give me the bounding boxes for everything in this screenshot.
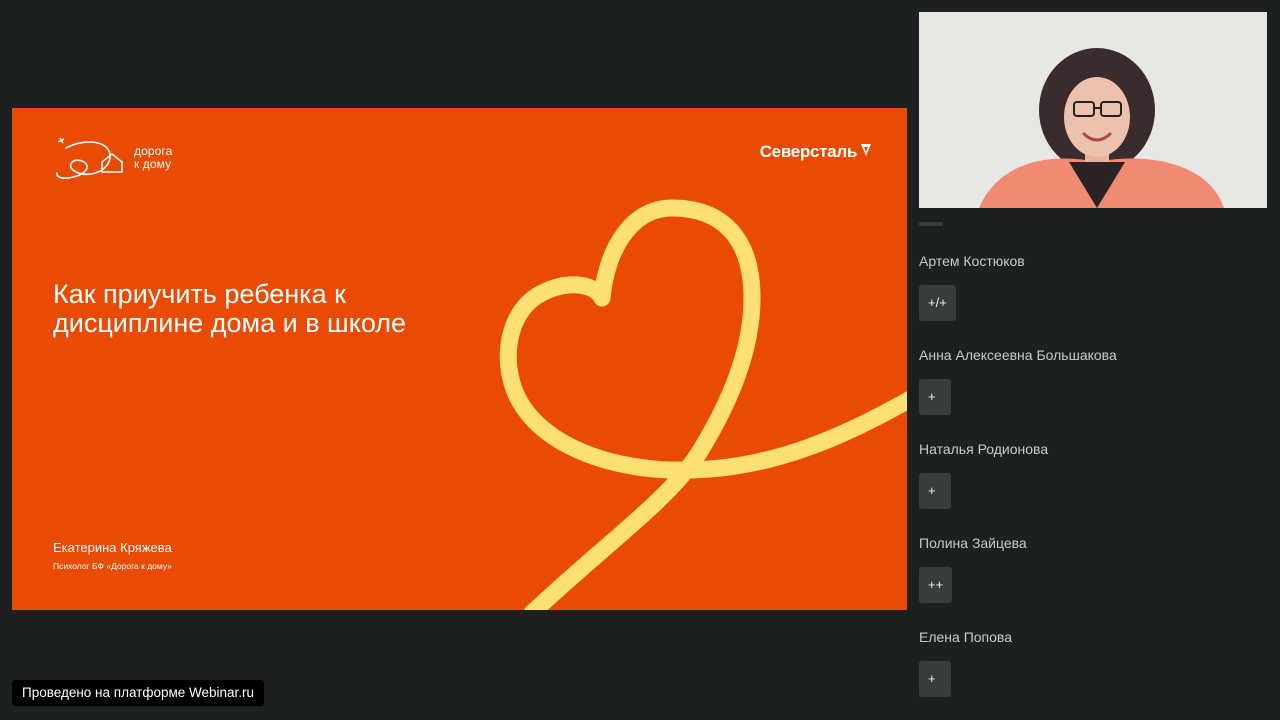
message-text: +/+ — [919, 285, 956, 321]
chat-message: Полина Зайцева ++ — [919, 522, 1269, 616]
author-name: Екатерина Кряжева — [53, 540, 172, 555]
chat-message: Елена Попова + — [919, 616, 1269, 710]
message-text: + — [919, 379, 951, 415]
message-author: Анна Алексеевна Большакова — [919, 347, 1117, 363]
chat-message: Наталья Родионова + — [919, 428, 1269, 522]
webinar-stage: дорога к дому Северсталь Как приучить ре… — [0, 0, 1280, 720]
presenter-video-frame — [919, 12, 1267, 208]
severstal-wordmark: Северсталь — [759, 142, 858, 161]
platform-badge[interactable]: Проведено на платформе Webinar.ru — [12, 680, 265, 706]
severstal-emblem-icon — [861, 144, 871, 156]
message-author: Артем Костюков — [919, 253, 1025, 269]
severstal-logo: Северсталь — [760, 142, 873, 162]
message-text: ++ — [919, 567, 953, 603]
message-author: Елена Попова — [919, 629, 1012, 645]
slide-title: Как приучить ребенка к дисциплине дома и… — [53, 279, 407, 338]
presenter-webcam[interactable] — [919, 12, 1267, 208]
author-role: Психолог БФ «Дорога к дому» — [53, 561, 172, 571]
presentation-slide: дорога к дому Северсталь Как приучить ре… — [12, 108, 907, 610]
house-swirl-icon — [56, 137, 123, 179]
feed-scroll-indicator[interactable] — [919, 222, 943, 226]
message-text: + — [919, 473, 951, 509]
chat-message: Анна Алексеевна Большакова + — [919, 334, 1269, 428]
logo-line-2: к дому — [134, 157, 172, 171]
message-author: Полина Зайцева — [919, 535, 1027, 551]
message-text: + — [919, 661, 951, 697]
heart-ribbon-graphic — [499, 199, 907, 610]
chat-feed: Артем Костюков +/+ Анна Алексеевна Больш… — [919, 240, 1269, 710]
doroga-k-domu-logo: дорога к дому — [54, 136, 172, 180]
message-author: Наталья Родионова — [919, 441, 1049, 457]
chat-message: Артем Костюков +/+ — [919, 240, 1269, 334]
